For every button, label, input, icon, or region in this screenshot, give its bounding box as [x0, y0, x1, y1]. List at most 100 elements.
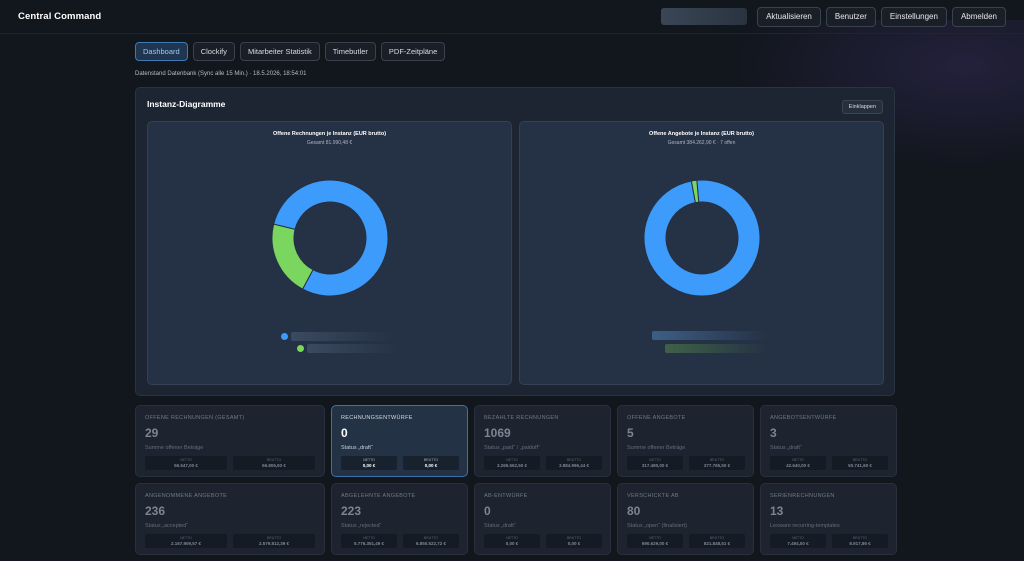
paid-invoices-card[interactable]: BEZAHLTE RECHNUNGEN 1069 Status „paid“ / „… [474, 405, 611, 477]
netto-label: NETTO [649, 458, 661, 462]
netto-value: 2.167.909,57 € [170, 541, 202, 546]
brutto-box: BRUTTO 0,00 € [403, 456, 459, 470]
tab-dashboard[interactable]: Dashboard [135, 42, 188, 61]
legend-label-redacted [665, 344, 769, 353]
card-value: 223 [341, 504, 362, 518]
brutto-value: 50.741,60 € [848, 463, 872, 468]
invoice-drafts-card[interactable]: RECHNUNGSENTWÜRFE 0 Status „draft“ NETTO 0,0… [331, 405, 468, 477]
tab-pdf-schedules[interactable]: PDF-Zeitpläne [380, 42, 446, 61]
netto-label: NETTO [792, 458, 804, 462]
card-label: OFFENE RECHNUNGEN (GESAMT) [145, 415, 245, 421]
legend-label-redacted [307, 344, 399, 353]
offer-drafts-card[interactable]: ANGEBOTSENTWÜRFE 3 Status „draft“ NETTO 42.6… [760, 405, 897, 477]
donut-slice-0[interactable] [643, 179, 761, 297]
netto-value: 7.494,00 € [787, 541, 809, 546]
logout-button[interactable]: Abmelden [951, 6, 1006, 27]
netto-box: NETTO 0,00 € [341, 456, 397, 470]
card-value: 0 [341, 426, 348, 440]
legend-label-redacted [291, 332, 395, 341]
brutto-label: BRUTTO [566, 536, 582, 540]
netto-box: NETTO 7.494,00 € [770, 534, 826, 548]
accepted-offers-card[interactable]: ANGENOMMENE ANGEBOTE 236 Status „accepted“… [135, 483, 325, 555]
card-description: Status „draft“ [770, 445, 802, 451]
brutto-label: BRUTTO [709, 458, 725, 462]
netto-label: NETTO [792, 536, 804, 540]
brutto-box: BRUTTO 8.917,86 € [832, 534, 888, 548]
brutto-label: BRUTTO [709, 536, 725, 540]
card-label: VERSCHICKTE AB [627, 493, 679, 499]
brutto-value: 0,00 € [567, 541, 581, 546]
recurring-invoices-card[interactable]: SERIENRECHNUNGEN 13 Lexware recurring-temp… [760, 483, 897, 555]
legend-label-redacted [652, 331, 768, 340]
open-invoices-card[interactable]: OFFENE RECHNUNGEN (GESAMT) 29 Summe offene… [135, 405, 325, 477]
tab-clockify[interactable]: Clockify [192, 42, 235, 61]
card-label: ABGELEHNTE ANGEBOTE [341, 493, 416, 499]
card-label: SERIENRECHNUNGEN [770, 493, 835, 499]
sync-info: Datenstand Datenbank (Sync alle 15 Min.)… [135, 71, 307, 77]
netto-value: 0,00 € [505, 541, 519, 546]
tab-employee-statistics[interactable]: Mitarbeiter Statistik [239, 42, 320, 61]
netto-value: 0,00 € [362, 463, 376, 468]
brutto-value: 3.884.996,44 € [558, 463, 590, 468]
card-label: OFFENE ANGEBOTE [627, 415, 686, 421]
card-label: BEZAHLTE RECHNUNGEN [484, 415, 559, 421]
card-description: Status „rejected“ [341, 523, 382, 529]
refresh-button[interactable]: Aktualisieren [757, 6, 821, 27]
brutto-box: BRUTTO 66.806,93 € [233, 456, 315, 470]
card-description: Status „draft“ [484, 523, 516, 529]
collapse-button[interactable]: Einklappen [841, 100, 883, 114]
netto-box: NETTO 42.640,00 € [770, 456, 826, 470]
users-button[interactable]: Benutzer [825, 6, 876, 27]
netto-value: 3.265.562,50 € [496, 463, 528, 468]
card-description: Status „open“ (finalisiert) [627, 523, 687, 529]
main-tabs: Dashboard Clockify Mitarbeiter Statistik… [135, 42, 446, 61]
netto-box: NETTO 317.480,00 € [627, 456, 683, 470]
brutto-label: BRUTTO [266, 458, 282, 462]
card-value: 3 [770, 426, 777, 440]
top-bar: Central Command Aktualisieren Benutzer E… [0, 0, 1024, 34]
legend-item [281, 332, 395, 341]
netto-label: NETTO [506, 458, 518, 462]
donut-slice-1[interactable] [271, 223, 314, 290]
user-avatar-pill[interactable] [661, 8, 748, 25]
netto-value: 690.629,00 € [641, 541, 669, 546]
netto-label: NETTO [506, 536, 518, 540]
brutto-box: BRUTTO 50.741,60 € [832, 456, 888, 470]
brutto-box: BRUTTO 3.884.996,44 € [546, 456, 602, 470]
card-description: Summe offener Beträge [145, 445, 204, 451]
rejected-offers-card[interactable]: ABGELEHNTE ANGEBOTE 223 Status „rejected“ N… [331, 483, 468, 555]
legend-item [297, 344, 399, 353]
card-value: 5 [627, 426, 634, 440]
card-description: Status „accepted“ [145, 523, 189, 529]
card-value: 0 [484, 504, 491, 518]
card-value: 80 [627, 504, 641, 518]
legend-item [652, 331, 768, 340]
netto-box: NETTO 0,00 € [484, 534, 540, 548]
card-description: Status „paid“ / „paidoff“ [484, 445, 540, 451]
open-offers-chart-card: Offene Angebote je Instanz (EUR brutto) … [519, 121, 884, 385]
app-title: Central Command [18, 11, 102, 22]
netto-label: NETTO [363, 536, 375, 540]
settings-button[interactable]: Einstellungen [880, 6, 947, 27]
open-offers-card[interactable]: OFFENE ANGEBOTE 5 Summe offener Beträge NET… [617, 405, 754, 477]
netto-value: 42.640,00 € [786, 463, 810, 468]
tab-timebutler[interactable]: Timebutler [324, 42, 376, 61]
card-label: AB-ENTWÜRFE [484, 493, 528, 499]
sent-ab-card[interactable]: VERSCHICKTE AB 80 Status „open“ (finalisie… [617, 483, 754, 555]
header-actions: Aktualisieren Benutzer Einstellungen Abm… [661, 6, 1006, 27]
netto-label: NETTO [649, 536, 661, 540]
brutto-box: BRUTTO 821.848,51 € [689, 534, 745, 548]
brutto-box: BRUTTO 0,00 € [546, 534, 602, 548]
netto-box: NETTO 2.167.909,57 € [145, 534, 227, 548]
brutto-box: BRUTTO 2.579.812,39 € [233, 534, 315, 548]
card-label: ANGEBOTSENTWÜRFE [770, 415, 837, 421]
netto-box: NETTO 56.547,00 € [145, 456, 227, 470]
card-value: 236 [145, 504, 166, 518]
netto-value: 56.547,00 € [174, 463, 198, 468]
netto-value: 5.776.351,49 € [353, 541, 385, 546]
ab-drafts-card[interactable]: AB-ENTWÜRFE 0 Status „draft“ NETTO 0,00 € BRU… [474, 483, 611, 555]
brutto-value: 377.765,50 € [703, 463, 731, 468]
card-description: Summe offener Beträge [627, 445, 686, 451]
netto-box: NETTO 690.629,00 € [627, 534, 683, 548]
netto-value: 317.480,00 € [641, 463, 669, 468]
